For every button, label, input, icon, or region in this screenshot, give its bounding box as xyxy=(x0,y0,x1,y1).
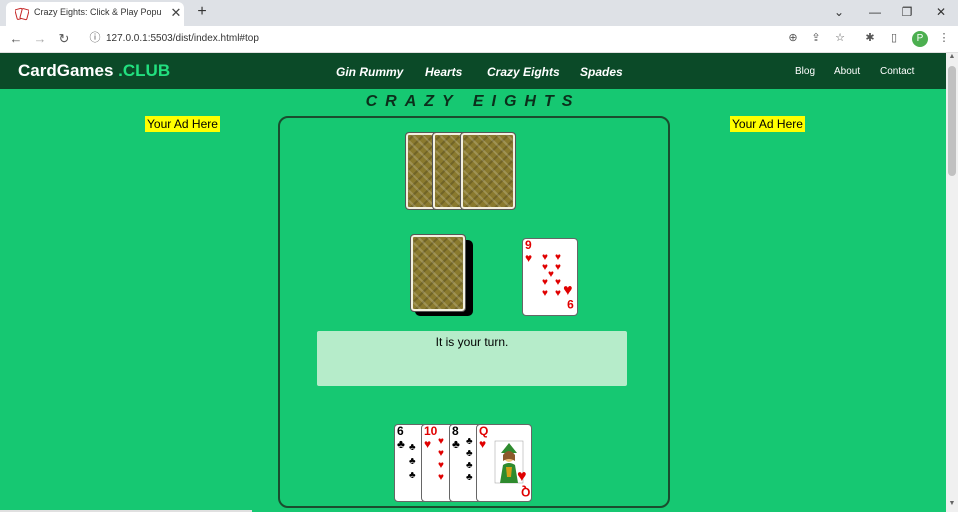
heart-pip-icon: ♥ xyxy=(542,277,548,288)
card-rank-bottom: 9 xyxy=(567,297,574,311)
heart-suit-icon: ♥ xyxy=(517,468,527,485)
cards-favicon-icon xyxy=(15,7,29,21)
tab-close-icon[interactable]: ✕ xyxy=(168,5,184,21)
opponent-card xyxy=(460,132,516,210)
side-panel-icon[interactable]: ▯ xyxy=(886,30,902,46)
draw-pile[interactable] xyxy=(410,234,466,312)
back-icon[interactable]: ← xyxy=(6,29,26,49)
tab-search-icon[interactable]: ⌄ xyxy=(822,2,856,22)
ad-left[interactable]: Your Ad Here xyxy=(145,116,220,132)
link-blog[interactable]: Blog xyxy=(795,66,815,77)
scroll-up-icon[interactable]: ▲ xyxy=(946,53,958,63)
nav-hearts[interactable]: Hearts xyxy=(425,65,462,79)
heart-pip-icon: ♥ xyxy=(555,277,561,288)
club-pip-icon: ♣ xyxy=(466,448,473,459)
game-title: CRAZY EIGHTS xyxy=(365,93,581,110)
logo-club: .CLUB xyxy=(118,61,171,80)
link-contact[interactable]: Contact xyxy=(880,66,914,77)
club-pip-icon: ♣ xyxy=(409,456,416,467)
club-pip-icon: ♣ xyxy=(466,436,473,447)
heart-pip-icon: ♥ xyxy=(438,436,444,447)
ad-right[interactable]: Your Ad Here xyxy=(730,116,805,132)
club-pip-icon: ♣ xyxy=(466,472,473,483)
heart-suit-icon: ♥ xyxy=(479,437,487,451)
heart-suit-icon: ♥ xyxy=(424,437,432,451)
turn-message: It is your turn. xyxy=(435,335,509,349)
link-about[interactable]: About xyxy=(834,66,860,77)
club-pip-icon: ♣ xyxy=(409,442,416,453)
club-suit-icon: ♣ xyxy=(397,437,405,451)
restore-icon[interactable]: ❐ xyxy=(890,2,924,22)
heart-suit-icon: ♥ xyxy=(525,251,533,265)
install-app-icon[interactable]: ⊕ xyxy=(785,30,801,46)
address-bar[interactable]: 127.0.0.1:5503/dist/index.html#top xyxy=(106,33,259,44)
heart-pip-icon: ♥ xyxy=(438,448,444,459)
profile-avatar[interactable]: P xyxy=(912,31,928,47)
nav-crazy-eights[interactable]: Crazy Eights xyxy=(487,65,560,79)
nav-spades[interactable]: Spades xyxy=(580,65,623,79)
heart-pip-icon: ♥ xyxy=(438,472,444,483)
new-tab-icon[interactable]: + xyxy=(193,3,211,21)
club-pip-icon: ♣ xyxy=(466,460,473,471)
heart-pip-icon: ♥ xyxy=(555,262,561,273)
hand-card[interactable]: Q ♥ ♥ Q xyxy=(476,424,532,502)
logo-main: CardGames xyxy=(18,61,114,80)
club-suit-icon: ♣ xyxy=(452,437,460,451)
minimize-icon[interactable]: — xyxy=(858,2,892,22)
site-logo[interactable]: CardGames .CLUB xyxy=(18,61,170,81)
forward-icon[interactable]: → xyxy=(30,29,50,49)
tab-title: Crazy Eights: Click & Play Popula xyxy=(34,7,162,17)
heart-pip-icon: ♥ xyxy=(548,269,554,280)
heart-pip-icon: ♥ xyxy=(542,288,548,299)
share-icon[interactable]: ⇪ xyxy=(808,30,824,46)
card-rank-bottom: Q xyxy=(521,485,531,499)
site-info-icon[interactable]: ⓘ xyxy=(88,31,102,45)
scroll-down-icon[interactable]: ▼ xyxy=(946,500,958,510)
extensions-icon[interactable]: ✱ xyxy=(862,30,878,46)
close-window-icon[interactable]: ✕ xyxy=(924,2,958,22)
reload-icon[interactable]: ↻ xyxy=(54,29,74,49)
nav-gin-rummy[interactable]: Gin Rummy xyxy=(336,65,403,79)
heart-pip-icon: ♥ xyxy=(438,460,444,471)
menu-kebab-icon[interactable]: ⋮ xyxy=(936,30,952,46)
browser-tab[interactable]: Crazy Eights: Click & Play Popula ✕ xyxy=(6,2,184,26)
club-pip-icon: ♣ xyxy=(409,470,416,481)
heart-pip-icon: ♥ xyxy=(555,288,561,299)
scrollbar-thumb[interactable] xyxy=(948,66,956,176)
bookmark-star-icon[interactable]: ☆ xyxy=(832,30,848,46)
discard-card: 9 ♥ ♥ ♥ ♥ ♥ ♥ ♥ ♥ ♥ ♥ ♥ 9 xyxy=(522,238,578,316)
